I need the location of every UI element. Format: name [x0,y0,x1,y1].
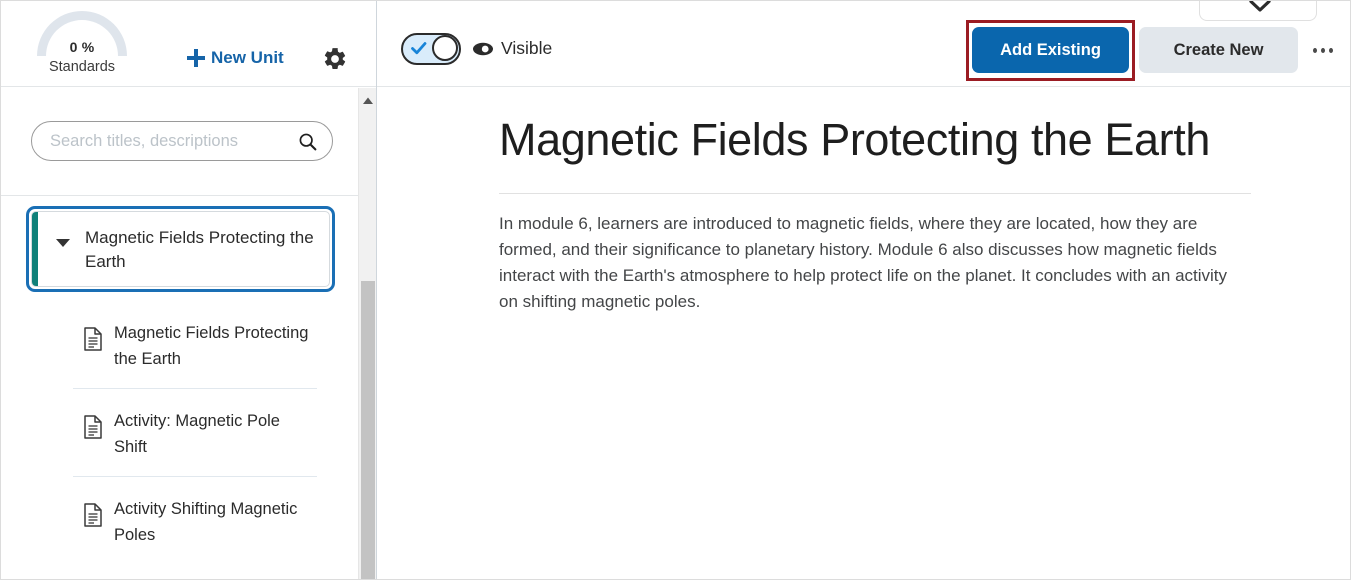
add-existing-button[interactable]: Add Existing [972,27,1129,73]
unit-item-magnetic-fields[interactable]: Magnetic Fields Protecting the Earth [26,206,335,292]
main-panel: Visible Add Existing Create New Magnetic… [377,1,1350,579]
content-divider [499,193,1251,194]
unit-item-inner: Magnetic Fields Protecting the Earth [31,211,330,287]
list-item[interactable]: Magnetic Fields Protecting the Earth [73,301,318,389]
sidebar-search-row [1,88,376,196]
caret-down-icon[interactable] [56,239,70,247]
unit-title: Magnetic Fields Protecting the Earth [85,228,314,271]
create-new-button[interactable]: Create New [1139,27,1298,73]
ellipsis-icon[interactable] [1307,35,1339,65]
page-title: Magnetic Fields Protecting the Earth [499,114,1210,165]
new-unit-button[interactable]: New Unit [187,45,284,71]
list-item-label: Activity Shifting Magnetic Poles [114,500,298,544]
content-description: In module 6, learners are introduced to … [499,214,1228,311]
collapse-panel[interactable] [1199,1,1317,21]
standards-gauge: 0 % Standards [37,11,127,75]
sidebar-header: 0 % Standards New Unit [1,1,376,87]
list-item[interactable]: Activity: Magnetic Pole Shift [73,389,318,477]
gear-icon[interactable] [322,46,348,72]
visibility-toggle[interactable] [401,33,461,65]
ellipsis-dot [1321,47,1325,53]
unit-accent-bar [32,212,38,286]
visibility-label: Visible [501,38,553,58]
search-input[interactable] [48,122,294,160]
gauge-percent: 0 % [69,39,95,55]
ellipsis-dot [1329,47,1333,53]
course-builder-window: 0 % Standards New Unit Search titles, de… [0,0,1351,580]
sidebar-scrollbar[interactable] [358,88,376,579]
plus-icon [187,49,205,67]
chevron-up-icon[interactable] [362,93,374,104]
scrollbar-thumb[interactable] [361,281,375,579]
unit-list: Magnetic Fields Protecting the Earth Mag… [1,197,358,579]
new-unit-label: New Unit [211,48,284,67]
chevron-down-icon[interactable] [1249,1,1271,13]
main-toolbar: Visible Add Existing Create New [377,1,1350,87]
list-item[interactable]: Activity Shifting Magnetic Poles [73,477,318,565]
eye-icon [472,41,494,57]
ellipsis-dot [1313,47,1317,53]
search-icon[interactable] [297,131,318,152]
list-item-label: Activity: Magnetic Pole Shift [114,412,280,456]
document-icon [83,415,103,439]
document-icon [83,327,103,351]
sidebar-panel: 0 % Standards New Unit Search titles, de… [1,1,377,579]
check-icon [410,39,428,57]
document-icon [83,503,103,527]
list-item-label: Magnetic Fields Protecting the Earth [114,324,309,368]
toggle-knob [432,35,458,61]
search-box[interactable] [31,121,333,161]
gauge-label: Standards [48,59,116,75]
